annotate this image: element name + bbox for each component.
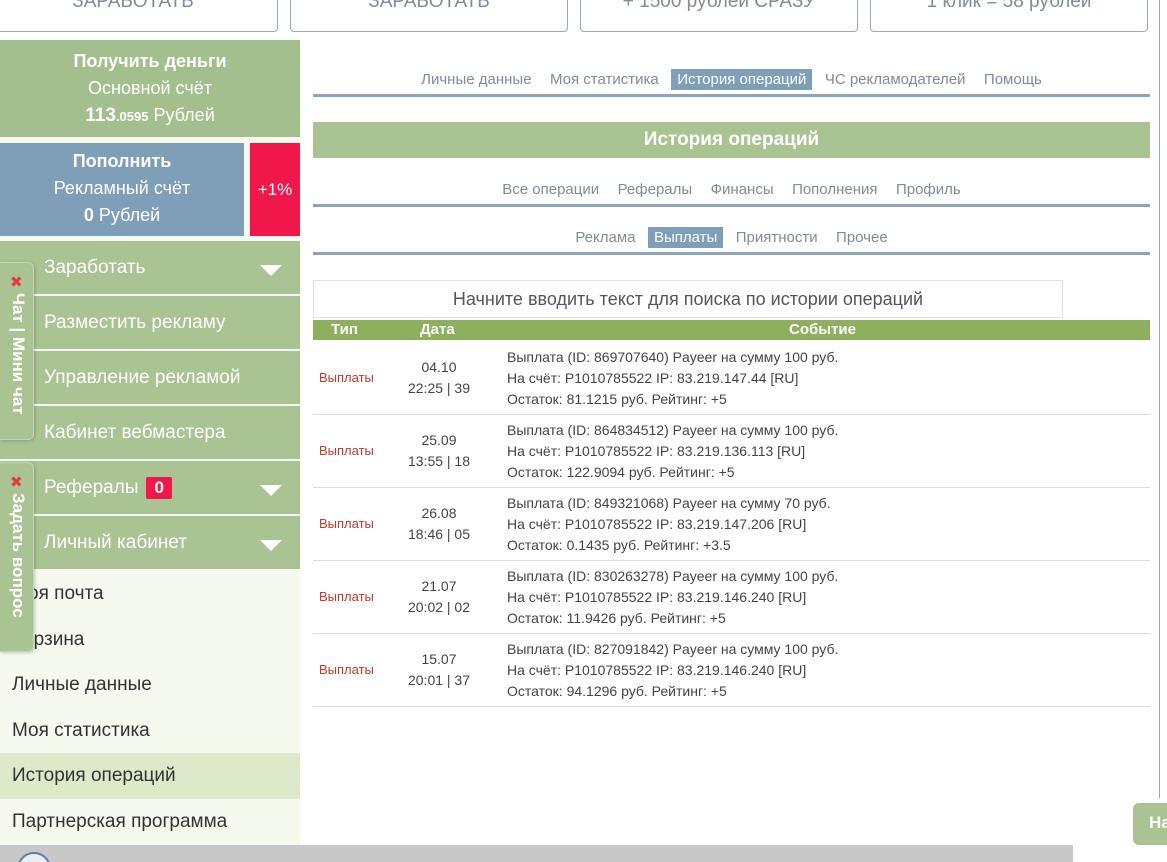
tab-other[interactable]: Прочее xyxy=(830,227,894,248)
close-icon[interactable]: ✖ xyxy=(10,473,23,491)
row-event: Выплата (ID: 849321068) Payeer на сумму … xyxy=(507,495,831,553)
ad-account-label: Рекламный счёт xyxy=(53,178,191,198)
promo-bar: ЗАРАБОТАТЬ ЗАРАБОТАТЬ + 1500 рублей СРАЗ… xyxy=(0,0,1167,40)
type-tabs: Реклама Выплаты Приятности Прочее xyxy=(313,227,1150,255)
column-header-event: Событие xyxy=(789,321,856,338)
menu-item-webmaster[interactable]: ⁞ Кабинет вебмастера xyxy=(0,406,300,460)
page: ЗАРАБОТАТЬ ЗАРАБОТАТЬ + 1500 рублей СРАЗ… xyxy=(0,0,1167,862)
ad-balance-box[interactable]: Пополнить Рекламный счёт 0 Рублей xyxy=(0,143,244,236)
referrals-count-badge: 0 xyxy=(146,477,172,499)
row-event: Выплата (ID: 830263278) Payeer на сумму … xyxy=(507,568,839,626)
table-row: Выплаты 26.08 18:46 | 05 Выплата (ID: 849… xyxy=(313,488,1150,561)
chevron-down-icon xyxy=(260,540,282,551)
filter-tabs: Все операции Рефералы Финансы Пополнения… xyxy=(313,179,1150,207)
submenu-statistics[interactable]: Моя статистика xyxy=(0,708,300,754)
topup-bonus-badge[interactable]: +1% xyxy=(250,143,300,236)
submenu-mail[interactable]: Моя почта xyxy=(0,571,300,617)
submenu-personal-data[interactable]: Личные данные xyxy=(0,662,300,708)
row-date: 25.09 13:55 | 18 xyxy=(407,432,471,469)
tab-referrals[interactable]: Рефералы xyxy=(612,179,699,200)
table-row: Выплаты 25.09 13:55 | 18 Выплата (ID: 864… xyxy=(313,415,1150,488)
tab-blacklist[interactable]: ЧС рекламодателей xyxy=(819,69,972,90)
table-row: Выплаты 21.07 20:02 | 02 Выплата (ID: 830… xyxy=(313,561,1150,634)
tab-payouts[interactable]: Выплаты xyxy=(647,227,724,248)
tab-personal-data[interactable]: Личные данные xyxy=(415,69,537,90)
tab-all-operations[interactable]: Все операции xyxy=(496,179,605,200)
menu-item-earn[interactable]: ■ Заработать xyxy=(0,241,300,295)
main-account-amount: 113.0595 Рублей xyxy=(85,105,215,126)
row-type: Выплаты xyxy=(319,370,374,385)
row-date: 26.08 18:46 | 05 xyxy=(407,505,471,542)
row-type: Выплаты xyxy=(319,589,374,604)
tab-statistics[interactable]: Моя статистика xyxy=(544,69,665,90)
column-header-type: Тип xyxy=(331,321,358,338)
menu-item-referrals[interactable]: ⁞ Рефералы0 xyxy=(0,461,300,515)
menu-item-manage-ads[interactable]: ■ Управление рекламой xyxy=(0,351,300,405)
main-balance-box[interactable]: Получить деньги Основной счёт 113.0595 Р… xyxy=(0,40,300,137)
withdraw-title: Получить деньги xyxy=(73,51,227,71)
tab-profile[interactable]: Профиль xyxy=(890,179,967,200)
promo-button-earn-2[interactable]: ЗАРАБОТАТЬ xyxy=(290,0,568,32)
horizontal-scrollbar[interactable] xyxy=(0,845,1073,862)
chat-side-tab[interactable]: ✖ Чат | Мини чат xyxy=(0,262,34,440)
promo-button-bonus[interactable]: + 1500 рублей СРАЗУ xyxy=(580,0,858,32)
chevron-down-icon xyxy=(260,485,282,496)
submenu-cart[interactable]: Корзина xyxy=(0,617,300,663)
tab-finance[interactable]: Финансы xyxy=(705,179,780,200)
right-edge-panel xyxy=(1159,0,1167,798)
row-event: Выплата (ID: 864834512) Payeer на сумму … xyxy=(507,422,839,480)
table-row: Выплаты 04.10 22:25 | 39 Выплата (ID: 869… xyxy=(313,342,1150,415)
close-icon[interactable]: ✖ xyxy=(10,273,23,291)
menu-item-place-ad[interactable]: ■ Разместить рекламу xyxy=(0,296,300,350)
column-header-date: Дата xyxy=(420,321,455,338)
row-event: Выплата (ID: 827091842) Payeer на сумму … xyxy=(507,641,839,699)
sidebar: Получить деньги Основной счёт 113.0595 Р… xyxy=(0,40,300,862)
table-row: Выплаты 15.07 20:01 | 37 Выплата (ID: 827… xyxy=(313,634,1150,707)
tab-topups[interactable]: Пополнения xyxy=(786,179,883,200)
promo-button-click[interactable]: 1 клик = 58 рублей xyxy=(870,0,1148,32)
ad-account-amount: 0 Рублей xyxy=(83,205,161,225)
submenu-history[interactable]: История операций xyxy=(0,753,300,799)
row-type: Выплаты xyxy=(319,662,374,677)
help-button[interactable]: На xyxy=(1133,803,1167,845)
tab-advertising[interactable]: Реклама xyxy=(569,227,641,248)
promo-button-earn-1[interactable]: ЗАРАБОТАТЬ xyxy=(0,0,278,32)
tab-help[interactable]: Помощь xyxy=(978,69,1048,90)
row-date: 04.10 22:25 | 39 xyxy=(407,359,471,396)
submenu-partner[interactable]: Партнерская программа xyxy=(0,799,300,845)
menu-item-account[interactable]: ✓ Личный кабинет xyxy=(0,516,300,570)
tab-history[interactable]: История операций xyxy=(671,69,813,90)
row-date: 15.07 20:01 | 37 xyxy=(407,651,471,688)
row-date: 21.07 20:02 | 02 xyxy=(407,578,471,615)
row-event: Выплата (ID: 869707640) Payeer на сумму … xyxy=(507,349,839,407)
topup-title: Пополнить xyxy=(72,151,172,171)
ask-question-side-tab[interactable]: ✖ Задать вопрос xyxy=(0,462,34,652)
page-title: История операций xyxy=(313,122,1150,158)
row-type: Выплаты xyxy=(319,443,374,458)
account-tabs: Личные данные Моя статистика История опе… xyxy=(313,69,1150,97)
row-type: Выплаты xyxy=(319,516,374,531)
main-account-label: Основной счёт xyxy=(88,78,212,98)
history-search-input[interactable]: Начните вводить текст для поиска по исто… xyxy=(313,280,1063,318)
chevron-down-icon xyxy=(260,265,282,276)
tab-pleasantries[interactable]: Приятности xyxy=(730,227,824,248)
table-header: Тип Дата Событие xyxy=(313,320,1150,340)
